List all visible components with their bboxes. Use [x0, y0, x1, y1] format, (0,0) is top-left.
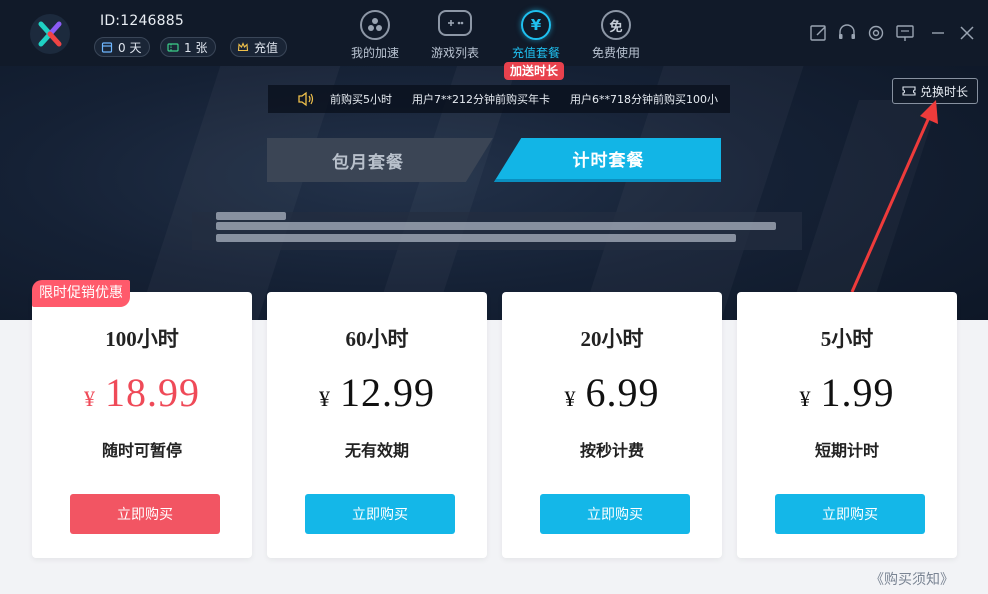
plan-hours: 100小时 — [105, 327, 179, 351]
recharge-chip[interactable]: 充值 — [230, 37, 288, 57]
plan-card-60h: 60小时 ¥ 12.99 无有效期 立即购买 — [267, 292, 487, 558]
plan-hours: 20小时 — [580, 327, 644, 351]
bonus-time-badge: 加送时长 — [504, 62, 565, 80]
speed-fan-icon — [360, 10, 390, 40]
price-amount: 18.99 — [105, 370, 200, 415]
nav-label: 我的加速 — [350, 46, 399, 60]
redeem-label: 兑换时长 — [919, 84, 968, 99]
tab-hourly-plans[interactable]: 计时套餐 — [494, 138, 721, 182]
free-icon: 免 — [601, 10, 631, 40]
plan-description: 按秒计费 — [579, 443, 644, 460]
nav-game-list[interactable]: 游戏列表 — [415, 10, 495, 61]
price-amount: 6.99 — [585, 370, 660, 415]
tickets-chip[interactable]: 1 张 — [160, 37, 217, 57]
buy-now-button[interactable]: 立即购买 — [305, 494, 455, 534]
nav-free-use[interactable]: 免 免费使用 — [576, 10, 656, 61]
currency-symbol: ¥ — [84, 386, 95, 411]
crown-icon — [237, 42, 249, 52]
days-chip[interactable]: 0 天 — [94, 37, 151, 57]
x-logo-icon — [38, 21, 62, 47]
plan-price: ¥ 1.99 — [737, 369, 957, 415]
nav-my-boost[interactable]: 我的加速 — [335, 10, 415, 61]
currency-symbol: ¥ — [319, 386, 330, 411]
plan-hours: 5小时 — [820, 327, 874, 351]
headset-icon[interactable] — [836, 22, 858, 44]
settings-icon[interactable] — [865, 22, 887, 44]
tickets-chip-label: 1 张 — [184, 40, 208, 55]
nav-label: 免费使用 — [591, 46, 640, 60]
plan-card-100h: 100小时 ¥ 18.99 随时可暂停 立即购买 — [32, 292, 252, 558]
calendar-icon — [101, 42, 113, 53]
plan-price: ¥ 6.99 — [502, 369, 722, 415]
plan-hours: 60小时 — [345, 327, 409, 351]
yen-icon: ¥ — [521, 10, 551, 40]
purchase-notice-link[interactable]: 《购买须知》 — [870, 569, 954, 589]
plan-description: 无有效期 — [344, 443, 409, 460]
nav-label: 充值套餐 — [511, 46, 560, 60]
currency-symbol: ¥ — [799, 386, 811, 411]
plan-description: 短期计时 — [814, 443, 879, 460]
plan-card-5h: 5小时 ¥ 1.99 短期计时 立即购买 — [737, 292, 957, 558]
close-icon[interactable] — [956, 22, 978, 44]
speaker-icon — [298, 91, 314, 107]
gamepad-icon — [438, 10, 472, 36]
days-chip-label: 0 天 — [118, 40, 142, 55]
ticker-item: 用户7**212分钟前购买年卡 — [412, 93, 550, 106]
tab-label: 包月套餐 — [332, 152, 404, 173]
coupon-icon — [902, 86, 916, 96]
nav-label: 游戏列表 — [430, 46, 479, 60]
purchase-ticker: 前购买5小时 用户7**212分钟前购买年卡 用户6**718分钟前购买100小 — [268, 85, 730, 113]
plan-description: 随时可暂停 — [101, 443, 182, 460]
redeem-time-button[interactable]: 兑换时长 — [892, 78, 978, 104]
minimize-icon[interactable] — [927, 22, 949, 44]
ticker-item: 前购买5小时 — [330, 93, 392, 106]
currency-symbol: ¥ — [564, 386, 576, 411]
user-id: ID:1246885 — [100, 13, 184, 29]
buy-now-button[interactable]: 立即购买 — [540, 494, 690, 534]
garbled-text-overlay — [192, 212, 802, 250]
plan-card-20h: 20小时 ¥ 6.99 按秒计费 立即购买 — [502, 292, 722, 558]
screen-icon[interactable] — [894, 22, 916, 44]
app-logo — [30, 14, 70, 54]
tab-monthly-plans[interactable]: 包月套餐 — [267, 138, 493, 182]
promo-badge: 限时促销优惠 — [32, 280, 130, 307]
buy-now-button[interactable]: 立即购买 — [775, 494, 925, 534]
price-amount: 12.99 — [340, 370, 435, 415]
tab-label: 计时套餐 — [572, 151, 645, 171]
nav-recharge-plans[interactable]: ¥ 充值套餐 — [496, 10, 576, 61]
price-amount: 1.99 — [820, 370, 895, 415]
plan-price: ¥ 18.99 — [32, 369, 252, 415]
ticker-item: 用户6**718分钟前购买100小 — [570, 93, 718, 106]
feedback-icon[interactable] — [808, 22, 830, 44]
recharge-chip-label: 充值 — [254, 40, 279, 55]
plan-price: ¥ 12.99 — [267, 369, 487, 415]
ticket-icon — [167, 43, 179, 52]
buy-now-button[interactable]: 立即购买 — [70, 494, 220, 534]
